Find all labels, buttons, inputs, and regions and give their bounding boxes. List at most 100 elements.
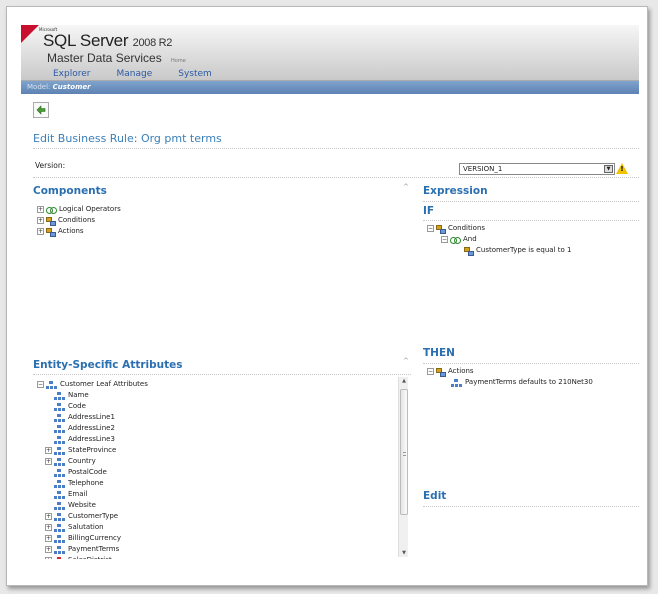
model-name: Customer — [52, 83, 91, 91]
attribute-item[interactable]: + Country — [37, 456, 148, 467]
attribute-icon — [54, 435, 65, 444]
attributes-scrollbar[interactable]: ▲ ▼ — [398, 377, 408, 557]
scroll-down-icon[interactable]: ▼ — [399, 549, 409, 557]
entity-attributes-panel: − Customer Leaf Attributes Name Code Addres… — [33, 376, 411, 559]
if-expression-tree: − Conditions − And CustomerType is equal t… — [427, 223, 571, 256]
node-label: And — [463, 235, 477, 243]
microsoft-corner-mark — [21, 25, 39, 43]
scrollbar-thumb[interactable] — [400, 389, 408, 515]
attribute-item[interactable]: Email — [37, 489, 148, 500]
attribute-label: Name — [68, 391, 89, 399]
scroll-up-icon[interactable]: ▲ — [399, 377, 409, 385]
attribute-label: Telephone — [68, 479, 104, 487]
version-select[interactable]: VERSION_1 ▼ — [459, 163, 615, 175]
attribute-item[interactable]: + Salutation — [37, 522, 148, 533]
attribute-icon — [54, 391, 65, 400]
component-conditions[interactable]: + Conditions — [37, 215, 121, 226]
divider — [33, 148, 639, 149]
collapse-icon[interactable]: − — [441, 236, 448, 243]
expression-title: Expression — [423, 185, 488, 197]
collapse-icon[interactable]: − — [427, 368, 434, 375]
back-arrow-icon — [36, 105, 46, 115]
collapse-components-icon[interactable]: ^ — [403, 183, 409, 191]
divider — [33, 374, 411, 375]
attribute-icon — [54, 545, 65, 554]
attribute-item[interactable]: Code — [37, 401, 148, 412]
expand-icon[interactable]: + — [45, 513, 52, 520]
attribute-item[interactable]: + CustomerType — [37, 511, 148, 522]
if-title: IF — [423, 205, 435, 217]
model-label: Model: — [27, 83, 51, 91]
and-operator-icon — [450, 236, 461, 244]
attribute-label: PostalCode — [68, 468, 107, 476]
conditions-icon — [46, 216, 56, 226]
then-actions-node[interactable]: − Actions — [427, 366, 593, 377]
attribute-item[interactable]: AddressLine1 — [37, 412, 148, 423]
divider — [33, 177, 639, 178]
attributes-root-node[interactable]: − Customer Leaf Attributes — [37, 379, 148, 390]
expand-icon[interactable]: + — [45, 535, 52, 542]
attribute-icon — [54, 490, 65, 499]
warning-icon[interactable]: ! — [616, 163, 628, 174]
attribute-group-icon — [46, 380, 57, 389]
expand-icon[interactable]: + — [37, 217, 44, 224]
attribute-label: AddressLine1 — [68, 413, 115, 421]
attribute-item[interactable]: + SalesDistrict — [37, 555, 148, 559]
expand-icon[interactable]: + — [45, 546, 52, 553]
conditions-icon — [436, 224, 446, 234]
attribute-item[interactable]: AddressLine3 — [37, 434, 148, 445]
collapse-icon[interactable]: − — [427, 225, 434, 232]
action-node[interactable]: PaymentTerms defaults to 210Net30 — [427, 377, 593, 388]
attribute-item[interactable]: + StateProvince — [37, 445, 148, 456]
attribute-label: AddressLine2 — [68, 424, 115, 432]
version-selected-value: VERSION_1 — [463, 165, 503, 173]
expand-icon[interactable]: + — [45, 447, 52, 454]
condition-icon — [464, 246, 474, 256]
attribute-item[interactable]: Name — [37, 390, 148, 401]
attribute-icon — [451, 378, 462, 387]
condition-node[interactable]: CustomerType is equal to 1 — [427, 245, 571, 256]
attribute-icon — [54, 479, 65, 488]
then-expression-tree: − Actions PaymentTerms defaults to 210Net… — [427, 366, 593, 388]
attribute-icon — [54, 424, 65, 433]
expand-icon[interactable]: + — [37, 206, 44, 213]
expand-icon[interactable]: + — [45, 524, 52, 531]
attribute-icon — [54, 523, 65, 532]
attribute-item[interactable]: PostalCode — [37, 467, 148, 478]
attribute-item[interactable]: Telephone — [37, 478, 148, 489]
divider — [423, 506, 639, 507]
nav-system[interactable]: System — [178, 69, 212, 79]
main-nav: Explorer Manage System — [53, 69, 212, 79]
component-logical-operators[interactable]: + Logical Operators — [37, 204, 121, 215]
node-label: Customer Leaf Attributes — [60, 380, 148, 388]
nav-explorer[interactable]: Explorer — [53, 69, 90, 79]
actions-icon — [46, 227, 56, 237]
node-label: Actions — [448, 367, 474, 375]
condition-label: CustomerType is equal to 1 — [476, 246, 572, 254]
collapse-attributes-icon[interactable]: ^ — [403, 357, 409, 365]
attribute-icon — [54, 512, 65, 521]
attribute-icon — [54, 457, 65, 466]
back-button[interactable] — [33, 102, 49, 118]
attribute-item[interactable]: Website — [37, 500, 148, 511]
app-window: Microsoft SQL Server 2008 R2 Master Data… — [6, 6, 648, 586]
home-link[interactable]: Home — [171, 58, 186, 64]
expand-icon[interactable]: + — [37, 228, 44, 235]
attribute-item[interactable]: + PaymentTerms — [37, 544, 148, 555]
attribute-icon — [54, 534, 65, 543]
if-conditions-node[interactable]: − Conditions — [427, 223, 571, 234]
attribute-item[interactable]: + BillingCurrency — [37, 533, 148, 544]
attribute-icon — [54, 413, 65, 422]
expand-icon[interactable]: + — [45, 458, 52, 465]
attribute-label: BillingCurrency — [68, 534, 121, 542]
collapse-icon[interactable]: − — [37, 381, 44, 388]
expand-icon[interactable]: + — [45, 557, 52, 559]
attribute-icon — [54, 556, 65, 559]
and-node[interactable]: − And — [427, 234, 571, 245]
nav-manage[interactable]: Manage — [116, 69, 152, 79]
attribute-item[interactable]: AddressLine2 — [37, 423, 148, 434]
component-actions[interactable]: + Actions — [37, 226, 121, 237]
action-label: PaymentTerms defaults to 210Net30 — [465, 378, 593, 386]
chevron-down-icon[interactable]: ▼ — [604, 165, 613, 173]
attribute-label: Code — [68, 402, 86, 410]
